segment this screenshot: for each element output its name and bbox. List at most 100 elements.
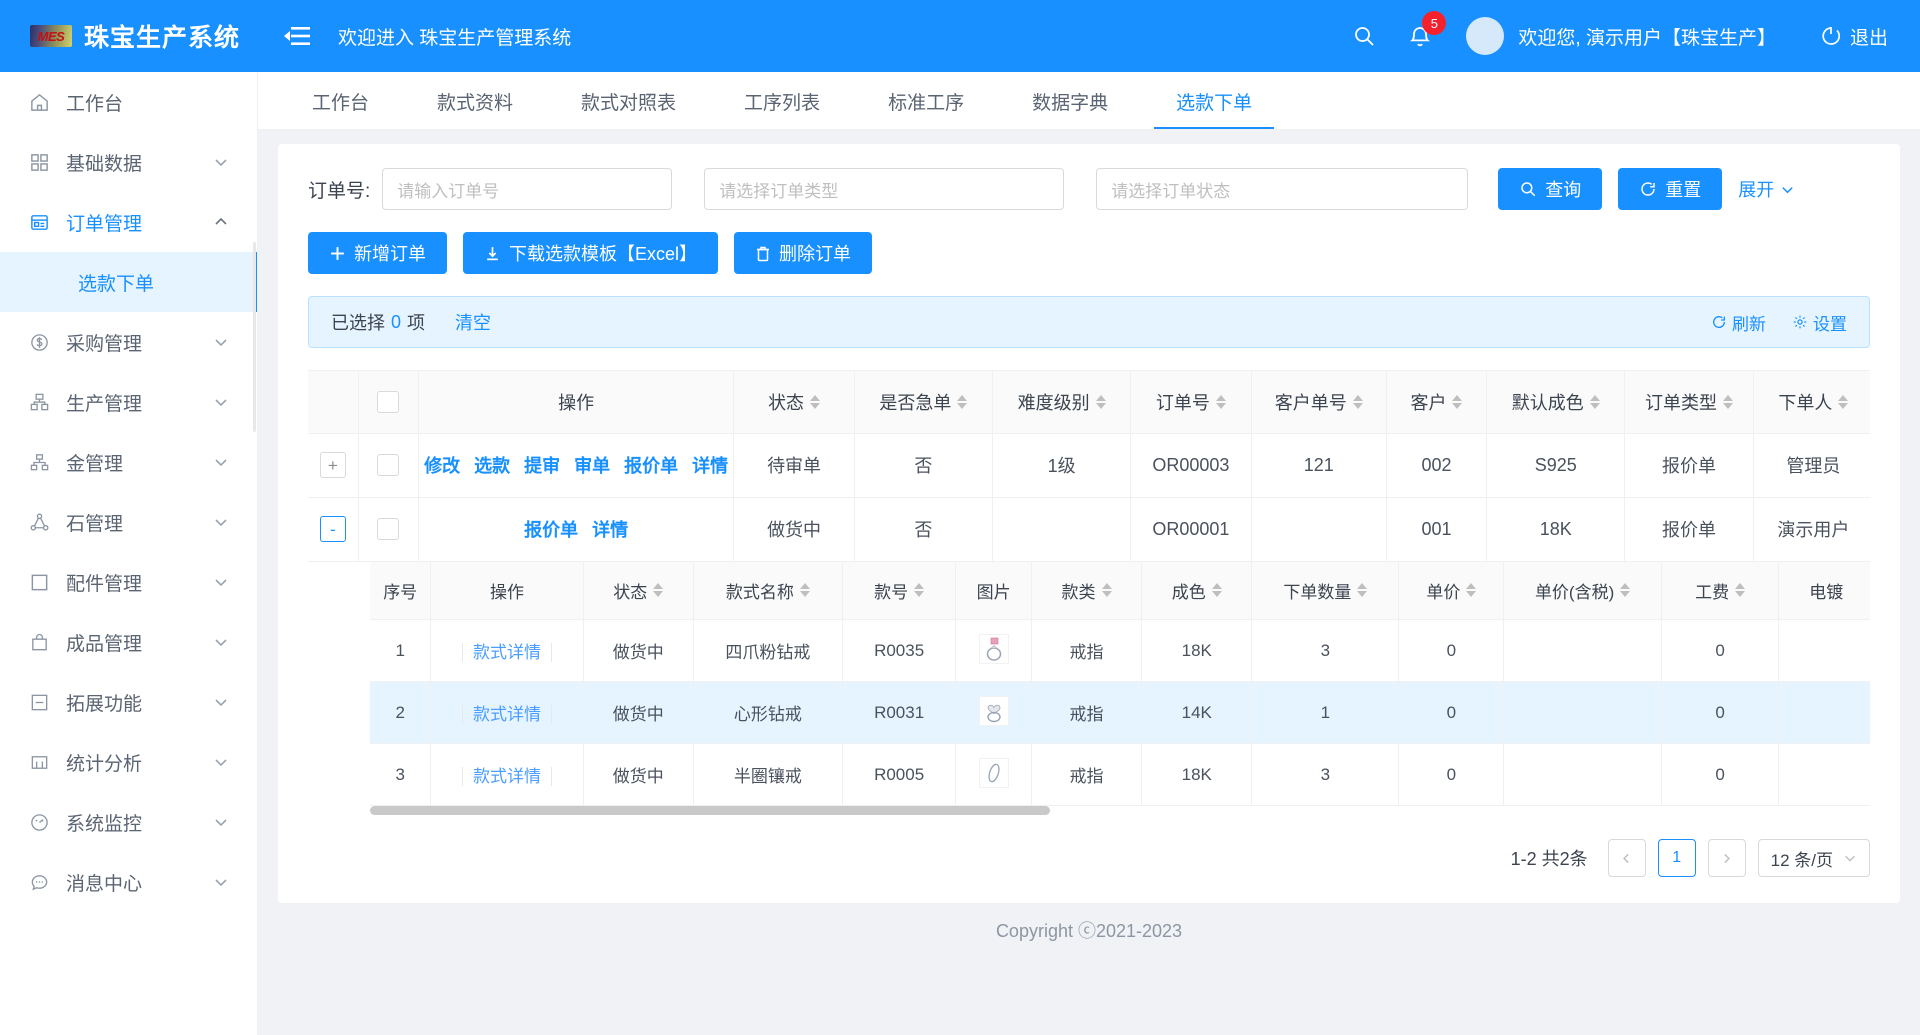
order-type-select[interactable]: 请选择订单类型 xyxy=(704,168,1064,210)
sort-icon[interactable] xyxy=(1466,583,1476,597)
sub-table-row[interactable]: 2 款式详情 做货中 心形钻戒 R0031 xyxy=(370,682,1870,744)
sidebar-item-system-monitor[interactable]: 系统监控 xyxy=(0,792,257,852)
sort-icon[interactable] xyxy=(1353,395,1363,409)
add-order-button[interactable]: 新增订单 xyxy=(308,232,447,274)
sort-icon[interactable] xyxy=(1212,583,1222,597)
tab-process-list[interactable]: 工序列表 xyxy=(710,73,854,129)
op-submit-review[interactable]: 提审 xyxy=(524,452,560,478)
sub-th-status[interactable]: 状态 xyxy=(583,562,693,620)
sub-th-price-tax[interactable]: 单价(含税) xyxy=(1504,562,1661,620)
sort-icon[interactable] xyxy=(1357,583,1367,597)
sort-icon[interactable] xyxy=(653,583,663,597)
style-detail-link[interactable]: 款式详情 xyxy=(462,643,552,662)
sub-th-qty[interactable]: 下单数量 xyxy=(1252,562,1399,620)
reset-button[interactable]: 重置 xyxy=(1618,168,1722,210)
sub-table-hscrollbar-thumb[interactable] xyxy=(370,806,1050,815)
sort-icon[interactable] xyxy=(957,395,967,409)
ring-heart-diamond-thumbnail[interactable] xyxy=(979,696,1009,726)
page-number-1[interactable]: 1 xyxy=(1658,839,1696,877)
th-customer-order-no[interactable]: 客户单号 xyxy=(1251,371,1386,433)
th-default-purity[interactable]: 默认成色 xyxy=(1487,371,1625,433)
sub-th-style-no[interactable]: 款号 xyxy=(842,562,955,620)
search-icon[interactable] xyxy=(1336,0,1392,72)
sidebar-item-accessories[interactable]: 配件管理 xyxy=(0,552,257,612)
th-order-no[interactable]: 订单号 xyxy=(1131,371,1251,433)
refresh-button[interactable]: 刷新 xyxy=(1711,310,1766,335)
sub-table-hscrollbar-track[interactable] xyxy=(370,806,1870,815)
th-creator[interactable]: 下单人 xyxy=(1753,371,1870,433)
sort-icon[interactable] xyxy=(810,395,820,409)
sidebar-item-style-order[interactable]: 选款下单 xyxy=(0,252,257,312)
search-button[interactable]: 查询 xyxy=(1498,168,1602,210)
download-template-button[interactable]: 下载选款模板【Excel】 xyxy=(463,232,718,274)
sidebar-item-basic-data[interactable]: 基础数据 xyxy=(0,132,257,192)
sub-th-labor[interactable]: 工费 xyxy=(1661,562,1779,620)
tab-style-data[interactable]: 款式资料 xyxy=(403,73,547,129)
op-detail[interactable]: 详情 xyxy=(692,452,728,478)
sort-icon[interactable] xyxy=(1096,395,1106,409)
clear-selection-link[interactable]: 清空 xyxy=(455,309,491,335)
next-page-button[interactable] xyxy=(1708,839,1746,877)
th-difficulty[interactable]: 难度级别 xyxy=(993,371,1131,433)
sidebar-item-finished-goods[interactable]: 成品管理 xyxy=(0,612,257,672)
sidebar-item-message-center[interactable]: 消息中心 xyxy=(0,852,257,912)
op-select-style[interactable]: 选款 xyxy=(474,452,510,478)
sort-icon[interactable] xyxy=(1452,395,1462,409)
op-detail[interactable]: 详情 xyxy=(592,516,628,542)
sub-th-style-name[interactable]: 款式名称 xyxy=(693,562,842,620)
th-status[interactable]: 状态 xyxy=(734,371,854,433)
sidebar-item-order-management[interactable]: 订单管理 xyxy=(0,192,257,252)
select-all-checkbox[interactable] xyxy=(377,391,399,413)
op-review[interactable]: 审单 xyxy=(574,452,610,478)
op-quotation[interactable]: 报价单 xyxy=(624,452,678,478)
logout-button[interactable]: 退出 xyxy=(1820,23,1888,50)
expand-row-button[interactable]: + xyxy=(320,452,346,478)
sidebar-item-extensions[interactable]: 拓展功能 xyxy=(0,672,257,732)
settings-button[interactable]: 设置 xyxy=(1792,310,1847,335)
sort-icon[interactable] xyxy=(914,583,924,597)
sort-icon[interactable] xyxy=(1216,395,1226,409)
sort-icon[interactable] xyxy=(1838,395,1848,409)
sub-th-plating[interactable]: 电镀 xyxy=(1779,562,1870,620)
expand-filters-link[interactable]: 展开 xyxy=(1738,176,1795,202)
avatar[interactable] xyxy=(1466,17,1504,55)
op-quotation[interactable]: 报价单 xyxy=(524,516,578,542)
style-detail-link[interactable]: 款式详情 xyxy=(462,705,552,724)
sort-icon[interactable] xyxy=(800,583,810,597)
sort-icon[interactable] xyxy=(1590,395,1600,409)
ring-pink-diamond-thumbnail[interactable] xyxy=(979,634,1009,664)
sidebar-item-workbench[interactable]: 工作台 xyxy=(0,72,257,132)
menu-fold-icon[interactable] xyxy=(284,25,310,47)
style-detail-link[interactable]: 款式详情 xyxy=(462,767,552,786)
tab-style-compare[interactable]: 款式对照表 xyxy=(547,73,710,129)
sub-th-category[interactable]: 款类 xyxy=(1031,562,1141,620)
sub-th-purity[interactable]: 成色 xyxy=(1142,562,1252,620)
bell-icon[interactable]: 5 xyxy=(1392,0,1448,72)
tab-workbench[interactable]: 工作台 xyxy=(278,73,403,129)
brand[interactable]: MES 珠宝生产系统 xyxy=(0,18,258,54)
sort-icon[interactable] xyxy=(1723,395,1733,409)
delete-order-button[interactable]: 删除订单 xyxy=(734,232,872,274)
tab-style-order[interactable]: 选款下单 xyxy=(1142,73,1286,129)
order-status-select[interactable]: 请选择订单状态 xyxy=(1096,168,1468,210)
collapse-row-button[interactable]: - xyxy=(320,516,346,542)
op-edit[interactable]: 修改 xyxy=(424,452,460,478)
sort-icon[interactable] xyxy=(1102,583,1112,597)
sort-icon[interactable] xyxy=(1735,583,1745,597)
sidebar-item-production[interactable]: 生产管理 xyxy=(0,372,257,432)
sidebar-scrollbar[interactable] xyxy=(253,242,256,432)
page-size-select[interactable]: 12 条/页 xyxy=(1758,839,1870,877)
sidebar-item-purchase[interactable]: 采购管理 xyxy=(0,312,257,372)
table-row[interactable]: + 修改 选款 提审 审单 报价单 xyxy=(308,433,1870,497)
sort-icon[interactable] xyxy=(1620,583,1630,597)
th-order-type[interactable]: 订单类型 xyxy=(1625,371,1753,433)
sub-th-price[interactable]: 单价 xyxy=(1399,562,1504,620)
ring-half-pave-thumbnail[interactable] xyxy=(979,758,1009,788)
sidebar-item-statistics[interactable]: 统计分析 xyxy=(0,732,257,792)
sidebar-item-stone[interactable]: 石管理 xyxy=(0,492,257,552)
th-urgent[interactable]: 是否急单 xyxy=(854,371,992,433)
tab-data-dictionary[interactable]: 数据字典 xyxy=(998,73,1142,129)
row-checkbox[interactable] xyxy=(377,518,399,540)
th-customer[interactable]: 客户 xyxy=(1386,371,1486,433)
tab-standard-process[interactable]: 标准工序 xyxy=(854,73,998,129)
